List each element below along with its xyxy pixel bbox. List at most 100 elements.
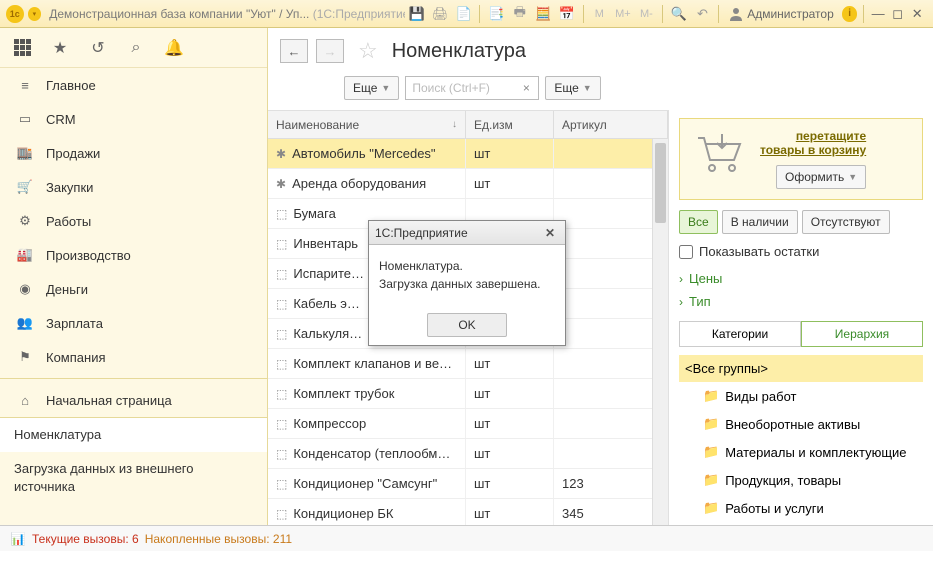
memory-mminus-icon[interactable]: M- (637, 4, 657, 24)
print-icon[interactable]: 🖨 (430, 4, 450, 24)
cart-dropzone[interactable]: перетащитетовары в корзину Оформить▼ (679, 118, 923, 200)
col-header-article[interactable]: Артикул (554, 111, 668, 138)
nav-item-works[interactable]: ⚙Работы (0, 204, 267, 238)
row-article (554, 379, 668, 408)
open-tab-nomenclature[interactable]: Номенклатура (0, 418, 267, 452)
nav-forward-button[interactable]: → (316, 39, 344, 63)
col-header-name[interactable]: Наименование↓ (268, 111, 466, 138)
zoom-icon[interactable]: 🔍 (669, 4, 689, 24)
cart-hint-link[interactable]: перетащитетовары в корзину (760, 129, 866, 157)
tree-root[interactable]: <Все группы> (679, 355, 923, 382)
tree-item[interactable]: 📁Виды работ (679, 382, 923, 410)
tree-item[interactable]: 📁Внеоборотные активы (679, 410, 923, 438)
notifications-bell-icon[interactable]: 🔔 (164, 38, 184, 58)
print2-icon[interactable]: 🖶 (510, 4, 530, 24)
nav-item-purchases[interactable]: 🛒Закупки (0, 170, 267, 204)
app-menu-dropdown[interactable]: ▾ (28, 7, 42, 21)
table-row[interactable]: ⬚Кондиционер "Самсунг"шт123 (268, 469, 668, 499)
nav-item-crm[interactable]: ▭CRM (0, 102, 267, 136)
row-name: Испарите… (293, 266, 364, 281)
save-icon[interactable]: 💾 (407, 4, 427, 24)
dialog-close-button[interactable]: ✕ (541, 226, 559, 240)
row-article (554, 229, 668, 258)
row-name: Калькуля… (293, 326, 362, 341)
calendar-icon[interactable]: 📅 (557, 4, 577, 24)
gears-icon: ⚙ (14, 213, 36, 229)
table-row[interactable]: ⬚Комплект трубокшт (268, 379, 668, 409)
cube-icon: ⬚ (276, 477, 287, 491)
show-remains-checkbox[interactable]: Показывать остатки (679, 244, 923, 259)
dialog-titlebar[interactable]: 1С:Предприятие ✕ (369, 221, 565, 245)
tree-item[interactable]: 📁Материалы и комплектующие (679, 438, 923, 466)
document-icon[interactable]: 📄 (454, 4, 474, 24)
col-header-unit[interactable]: Ед.изм (466, 111, 554, 138)
apps-grid-icon[interactable] (12, 38, 32, 58)
table-row[interactable]: ⬚Комплект клапанов и ве…шт (268, 349, 668, 379)
nav-list: ≡Главное ▭CRM 🏬Продажи 🛒Закупки ⚙Работы … (0, 68, 267, 417)
memory-m-icon[interactable]: M (590, 4, 610, 24)
titlebar: 1c ▾ Демонстрационная база компании "Уют… (0, 0, 933, 28)
stock-filter-group: Все В наличии Отсутствуют (679, 210, 923, 234)
nav-item-company[interactable]: ⚑Компания (0, 340, 267, 374)
show-remains-input[interactable] (679, 245, 693, 259)
expander-prices[interactable]: ›Цены (679, 267, 923, 290)
house-icon: ⌂ (14, 392, 36, 408)
table-row[interactable]: ⬚Конденсатор (теплообм…шт (268, 439, 668, 469)
nav-item-sales[interactable]: 🏬Продажи (0, 136, 267, 170)
card-icon: ▭ (14, 111, 36, 127)
row-article (554, 199, 668, 228)
info-icon[interactable]: i (842, 6, 858, 22)
tab-categories[interactable]: Категории (679, 321, 801, 347)
cube-icon: ⬚ (276, 297, 287, 311)
tab-hierarchy[interactable]: Иерархия (801, 321, 923, 347)
open-tab-import[interactable]: Загрузка данных из внешнего источника (0, 452, 267, 504)
nav-item-salary[interactable]: 👥Зарплата (0, 306, 267, 340)
table-row[interactable]: ✱Аренда оборудованияшт (268, 169, 668, 199)
search-icon[interactable]: ⌕ (126, 38, 146, 58)
more-button-2[interactable]: Еще▼ (545, 76, 600, 100)
row-article (554, 409, 668, 438)
checkout-button[interactable]: Оформить▼ (776, 165, 866, 189)
table-scrollbar[interactable] (652, 139, 668, 525)
nav-item-production[interactable]: 🏭Производство (0, 238, 267, 272)
factory-icon: 🏭 (14, 247, 36, 263)
user-menu[interactable]: Администратор (723, 7, 840, 21)
filter-outofstock-button[interactable]: Отсутствуют (802, 210, 890, 234)
favorite-star-icon[interactable]: ☆ (358, 38, 378, 64)
nav-item-start-page[interactable]: ⌂Начальная страница (0, 383, 267, 417)
app-logo-icon: 1c (6, 5, 24, 23)
history-icon[interactable]: ↺ (88, 38, 108, 58)
dialog-title: 1С:Предприятие (375, 226, 468, 240)
row-unit: шт (466, 349, 554, 378)
search-clear-icon[interactable]: × (517, 79, 535, 97)
tree-item[interactable]: 📁Работы и услуги (679, 494, 923, 522)
row-article: 123 (554, 469, 668, 498)
page-title: Номенклатура (392, 40, 526, 63)
nav-item-main[interactable]: ≡Главное (0, 68, 267, 102)
memory-mplus-icon[interactable]: M+ (613, 4, 633, 24)
more-button-1[interactable]: Еще▼ (344, 76, 399, 100)
filter-all-button[interactable]: Все (679, 210, 718, 234)
dialog-ok-button[interactable]: OK (427, 313, 507, 337)
nav-item-money[interactable]: ◉Деньги (0, 272, 267, 306)
calculator-icon[interactable]: 🧮 (534, 4, 554, 24)
row-name: Кондиционер "Самсунг" (293, 476, 437, 491)
row-name: Кабель э… (293, 296, 360, 311)
maximize-button[interactable]: ◻ (888, 6, 908, 22)
table-row[interactable]: ⬚Кондиционер БКшт345 (268, 499, 668, 525)
row-article (554, 139, 668, 168)
nav-back-button[interactable]: ← (280, 39, 308, 63)
compare-icon[interactable]: 📑 (486, 4, 506, 24)
people-icon: 👥 (14, 315, 36, 331)
filter-instock-button[interactable]: В наличии (722, 210, 798, 234)
back-history-icon[interactable]: ↶ (693, 4, 713, 24)
cube-icon: ⬚ (276, 267, 287, 281)
tree-item[interactable]: 📁Продукция, товары (679, 466, 923, 494)
table-row[interactable]: ✱Автомобиль "Mercedes"шт (268, 139, 668, 169)
minimize-button[interactable]: — (868, 6, 888, 22)
close-button[interactable]: ✕ (907, 6, 927, 22)
table-row[interactable]: ⬚Компрессоршт (268, 409, 668, 439)
status-accumulated: Накопленные вызовы: 211 (145, 532, 292, 546)
favorites-star-icon[interactable]: ★ (50, 38, 70, 58)
expander-type[interactable]: ›Тип (679, 290, 923, 313)
